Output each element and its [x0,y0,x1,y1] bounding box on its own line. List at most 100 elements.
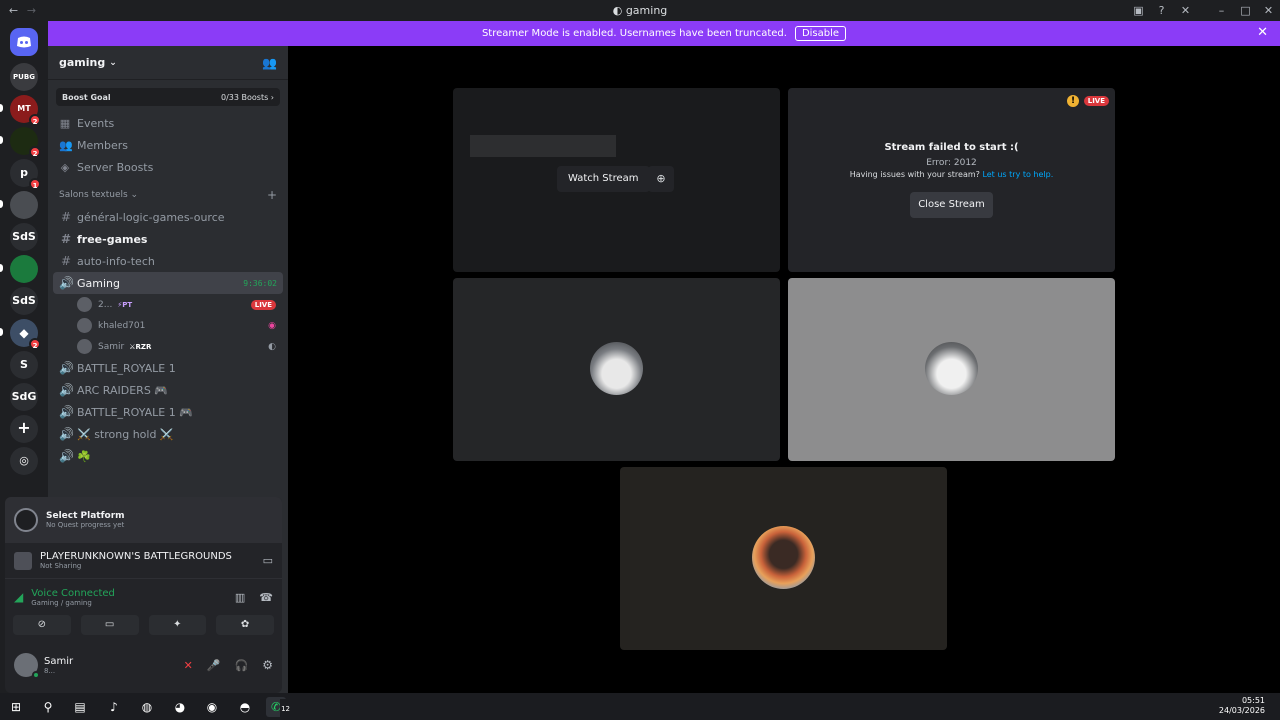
game-icon [14,551,32,570]
server-sds-1[interactable]: SdS [10,223,38,251]
avatar[interactable] [14,653,40,679]
add-channel-icon[interactable]: + [267,188,277,202]
help-link[interactable]: Let us try to help. [982,170,1053,179]
invite-icon[interactable]: 👥 [262,56,277,70]
quest-row[interactable]: Select Platform No Quest progress yet [5,497,282,543]
channel-name: général-logic-games-ource [77,210,225,224]
server-label: S [20,358,28,371]
channel-free-games[interactable]: # free-games [53,228,283,250]
close-banner-icon[interactable]: ✕ [1257,25,1268,40]
discord-taskbar-icon[interactable]: ◕ [170,697,190,717]
channel-general[interactable]: # général-logic-games-ource [53,206,283,228]
voice-user-name: Samir [98,341,125,352]
server-flag[interactable] [10,255,38,283]
participant-tile[interactable] [620,467,947,650]
voice-connected-label[interactable]: Voice Connected [31,588,115,599]
share-screen-icon[interactable]: ▭ [263,554,273,567]
close-stream-button[interactable]: Close Stream [910,192,993,218]
tiktok-icon[interactable]: ♪ [104,697,124,717]
speaker-icon: 🔊 [59,383,74,397]
boost-label: Boost Goal [62,92,111,102]
server-label: SdS [12,230,36,243]
help-icon[interactable]: ? [1154,3,1169,18]
participant-tile[interactable] [788,278,1115,461]
minimize-icon[interactable]: – [1214,3,1229,18]
add-server-icon[interactable]: + [10,415,38,443]
voice-channel-gaming[interactable]: 🔊 Gaming 9:36:02 [53,272,283,294]
nav-server-boosts[interactable]: ◈ Server Boosts [48,156,288,178]
user-name: Samir [44,655,74,667]
avatar [77,297,92,312]
whatsapp-icon[interactable]: ✆ 12 [266,697,291,719]
nav-events[interactable]: ▦ Events [48,112,288,134]
server-mt[interactable]: MT 2 [10,95,41,126]
disable-button[interactable]: Disable [794,26,847,41]
activities-button[interactable]: ✦ [148,615,207,635]
camera-button[interactable]: ⊘ [13,615,71,635]
inbox-icon[interactable]: ▣ [1131,3,1146,18]
channel-name: auto-info-tech [77,254,155,268]
user-status: 8... [44,666,56,675]
watch-stream-button[interactable]: Watch Stream [557,166,650,192]
close-window-icon[interactable]: ✕ [1261,3,1276,18]
participant-tile[interactable] [453,278,780,461]
screen-share-button[interactable]: ▭ [80,615,139,635]
voice-channel[interactable]: 🔊 BATTLE_ROYALE 1 [53,357,283,379]
voice-channel[interactable]: 🔊 ARC RAIDERS 🎮 [53,379,283,401]
voice-user[interactable]: Samir ⚔RZR ◐ [48,336,288,357]
voice-user[interactable]: khaled701 ◉ [48,315,288,336]
voice-channel[interactable]: 🔊 ⚔️ strong hold ⚔️ [53,423,283,445]
clock[interactable]: 05:51 24/03/2026 [1219,696,1265,716]
user-panel: Select Platform No Quest progress yet PL… [5,497,282,693]
disconnect-icon[interactable]: ☎ [259,591,273,604]
stop-streaming-icon[interactable]: ✕ [184,659,193,672]
tools-icon[interactable]: ✕ [1178,3,1193,18]
channel-name: free-games [77,232,148,246]
search-icon[interactable]: ⚲ [38,697,58,717]
unread-pill [0,136,3,144]
participant-avatar [590,342,643,395]
online-status-icon [32,671,40,679]
warning-icon: ! [1067,95,1079,107]
server-dice[interactable]: ◆ 2 [10,319,41,350]
app-icon[interactable]: ◍ [137,697,157,717]
voice-channel[interactable]: 🔊 BATTLE_ROYALE 1 🎮 [53,401,283,423]
stream-tile-preview[interactable]: Watch Stream ⊕ [453,88,780,272]
voice-user[interactable]: 2... ⚡PT LIVE [48,294,288,315]
server-green[interactable]: 2 [10,127,41,158]
windows-start-icon[interactable]: ⊞ [6,697,26,717]
members-icon: 👥 [59,138,73,152]
category-header[interactable]: Salons textuels ⌄ + [48,184,288,206]
clock-date: 24/03/2026 [1218,706,1265,715]
task-view-icon[interactable]: ▤ [70,697,90,717]
discover-icon[interactable]: ◎ [10,447,38,475]
settings-gear-icon[interactable]: ⚙ [262,658,273,672]
noise-suppression-icon[interactable]: ▥ [235,591,245,604]
server-s[interactable]: S [10,351,38,379]
channel-auto-info-tech[interactable]: # auto-info-tech [53,250,283,272]
game-row[interactable]: PLAYERUNKNOWN'S BATTLEGROUNDS Not Sharin… [5,543,282,579]
add-stream-icon[interactable]: ⊕ [648,166,674,192]
unread-pill [0,264,3,272]
voice-channel[interactable]: 🔊 ☘️ [53,445,283,467]
guild-header[interactable]: gaming ⌄ 👥 [48,46,288,80]
nav-label: Members [77,138,128,152]
server-sds-2[interactable]: SdS [10,287,38,315]
server-avatar[interactable] [10,191,38,219]
headphones-icon[interactable]: 🎧 [235,659,249,672]
quest-icon [14,508,38,532]
server-sdg[interactable]: SdG [10,383,38,411]
server-pubg[interactable]: PUBG [10,63,38,91]
microphone-icon[interactable]: 🎤 [207,659,221,672]
maximize-icon[interactable]: □ [1238,3,1253,18]
account-text[interactable]: Samir 8... [44,656,73,675]
soundboard-button[interactable]: ✿ [216,615,274,635]
boost-goal[interactable]: Boost Goal 0/33 Boosts › [56,88,280,106]
voice-channel-path[interactable]: Gaming / gaming [31,599,115,607]
discord-home-icon[interactable] [10,28,38,56]
server-label: SdG [11,390,37,403]
nav-members[interactable]: 👥 Members [48,134,288,156]
server-p[interactable]: p1 [10,159,41,190]
chrome-icon[interactable]: ◉ [202,697,222,717]
app-icon[interactable]: ◓ [235,697,255,717]
